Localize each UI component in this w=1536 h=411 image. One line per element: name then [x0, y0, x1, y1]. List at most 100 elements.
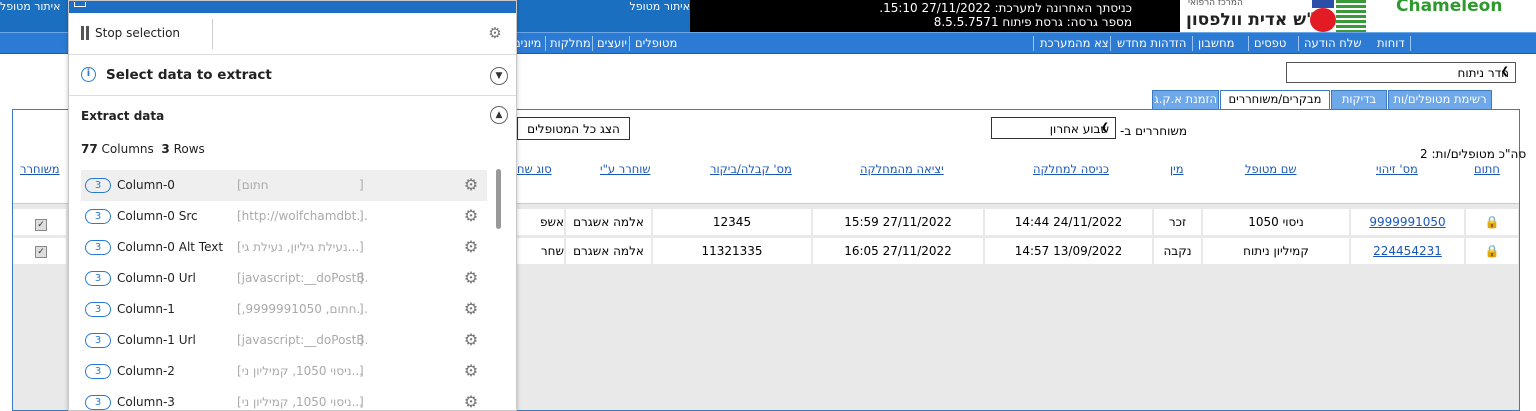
extract-column-item[interactable]: 3 Column-0 Src [http://wolfchamdbt... ] … [81, 201, 487, 232]
nav-reauth[interactable]: הזדהות מחדש [1117, 36, 1186, 50]
tab-tests[interactable]: בדיקות [1331, 90, 1387, 109]
nav-forms[interactable]: טפסים [1254, 36, 1286, 50]
item-settings-gear-icon[interactable]: ⚙ [462, 269, 480, 287]
preview-end-bracket: ] [359, 271, 364, 285]
select-data-section[interactable]: i Select data to extract ▼ [69, 56, 516, 96]
chevron-down-icon: ❯ [1500, 66, 1509, 77]
rows-count: 3 [161, 142, 170, 156]
login-info-bar: כניסתך האחרונה למערכת: 27/11/2022 15:10.… [690, 0, 1180, 32]
preview-end-bracket: ] [359, 302, 364, 316]
item-name: Column-0 [117, 178, 175, 192]
col-header-release-type[interactable]: סוג שח [517, 162, 552, 176]
chevron-up-icon[interactable]: ▲ [490, 106, 508, 124]
tab-patient-list[interactable]: רשימת מטופלים/ות [1388, 90, 1492, 109]
released-in-label: משוחררים ב- [1120, 124, 1188, 138]
item-count-pill: 3 [85, 240, 111, 255]
item-settings-gear-icon[interactable]: ⚙ [462, 176, 480, 194]
item-count-pill: 3 [85, 302, 111, 317]
minimize-icon[interactable] [74, 2, 86, 7]
toolbar-divider [212, 19, 213, 49]
col-header-name[interactable]: שם מטופל [1245, 162, 1297, 176]
lock-icon[interactable]: 🔒 [1466, 209, 1518, 235]
extract-column-item[interactable]: 3 Column-0 Url [javascript:__doPostB... … [81, 263, 487, 294]
extract-panel-title-strip [69, 1, 516, 13]
columns-word: Columns [101, 142, 154, 156]
col-header-visit[interactable]: מס' קבלה/ביקור [710, 162, 792, 176]
item-preview: [,9999991050 ,חתום... [237, 302, 367, 316]
last-login-text: כניסתך האחרונה למערכת: 27/11/2022 15:10. [879, 1, 1132, 15]
extract-column-item[interactable]: 3 Column-2 [ניסוי 1050, קמיליון ני... ] … [81, 356, 487, 387]
extract-column-item[interactable]: 3 Column-1 [,9999991050 ,חתום... ] ⚙ [81, 294, 487, 325]
patient-id-link[interactable]: 224454231 [1373, 244, 1442, 258]
chameleon-logo: Chameleon [1396, 0, 1503, 16]
extract-column-item[interactable]: 3 Column-3 [ניסוי 1050, קמיליון ני... ] … [81, 387, 487, 411]
extract-summary: 77 Columns 3 Rows [81, 142, 205, 156]
nav-reports[interactable]: דוחות [1377, 36, 1405, 50]
patient-id-link[interactable]: 9999991050 [1369, 215, 1445, 229]
lock-icon[interactable]: 🔒 [1466, 238, 1518, 264]
col-header-discharge[interactable]: יציאה מהמחלקה [860, 162, 944, 176]
released-period-select[interactable]: שבוע אחרון ❯ [991, 117, 1116, 139]
settings-gear-icon[interactable]: ⚙ [487, 25, 503, 41]
org-logo-blue-block [1312, 0, 1334, 8]
nav-separator [1033, 36, 1034, 51]
col-header-admit[interactable]: כניסה למחלקה [1033, 162, 1109, 176]
extract-column-item[interactable]: 3 Column-0 [חתום ] ⚙ [81, 170, 487, 201]
preview-end-bracket: ] [359, 364, 364, 378]
item-name: Column-0 Url [117, 271, 196, 285]
released-by: אלמה אשגרם [566, 209, 651, 235]
nav-departments[interactable]: מחלקות [550, 36, 591, 50]
nav-separator [1410, 36, 1411, 51]
stop-selection-button[interactable]: Stop selection [95, 26, 180, 40]
tab-ecg-order[interactable]: הזמנת א.ק.ג [1152, 90, 1219, 109]
item-name: Column-0 Src [117, 209, 198, 223]
tab-visitors-released[interactable]: מבקרים/משוחררים [1220, 90, 1330, 109]
released-checkbox[interactable]: ✓ [35, 219, 47, 231]
extract-list-scrollbar[interactable] [496, 169, 501, 229]
org-small-text: המרכז הרפואי [1188, 0, 1243, 8]
info-icon: i [81, 67, 96, 82]
release-type: שחר [517, 238, 564, 264]
nav-separator [1192, 36, 1193, 51]
nav-calculator[interactable]: מחשבון [1198, 36, 1234, 50]
nav-patients[interactable]: מטופלים [635, 36, 677, 50]
item-settings-gear-icon[interactable]: ⚙ [462, 300, 480, 318]
extract-data-panel: Stop selection ⚙ i Select data to extrac… [68, 0, 517, 411]
col-header-released[interactable]: משוחרר [20, 162, 60, 176]
extract-column-item[interactable]: 3 Column-0 Alt Text [נעילת גיליון, נעילת… [81, 232, 487, 263]
released-checkbox[interactable]: ✓ [35, 246, 47, 258]
col-header-sex[interactable]: מין [1170, 162, 1184, 176]
item-settings-gear-icon[interactable]: ⚙ [462, 331, 480, 349]
item-settings-gear-icon[interactable]: ⚙ [462, 238, 480, 256]
patient-name: ניסוי 1050 [1203, 209, 1349, 235]
extract-column-item[interactable]: 3 Column-1 Url [javascript:__doPostB... … [81, 325, 487, 356]
show-all-patients-button[interactable]: הצג כל המטופלים [517, 117, 630, 140]
item-settings-gear-icon[interactable]: ⚙ [462, 207, 480, 225]
org-logo-stripes [1336, 0, 1366, 32]
item-count-pill: 3 [85, 209, 111, 224]
nav-consultants[interactable]: יועצים [597, 36, 627, 50]
item-settings-gear-icon[interactable]: ⚙ [462, 393, 480, 411]
col-header-released-by[interactable]: שוחרר ע"י [600, 162, 651, 176]
pause-icon[interactable] [81, 26, 89, 40]
item-count-pill: 3 [85, 333, 111, 348]
release-type: אשפ [517, 209, 564, 235]
nav-send-message[interactable]: שלח הודעה [1304, 36, 1362, 50]
item-preview: [נעילת גיליון, נעילת גי... [237, 240, 360, 254]
nav-separator [1248, 36, 1249, 51]
admit-datetime: 24/11/2022 14:44 [985, 209, 1152, 235]
nav-separator [1110, 36, 1111, 51]
col-header-signed[interactable]: חתום [1474, 162, 1500, 176]
department-select[interactable]: חדר ניתוח ❯ [1286, 62, 1516, 83]
item-count-pill: 3 [85, 395, 111, 410]
org-logo-red-circle [1310, 8, 1336, 32]
preview-end-bracket: ] [359, 395, 364, 409]
item-preview: [http://wolfchamdbt... [237, 209, 367, 223]
nav-logout[interactable]: צא מהמערכת [1040, 36, 1109, 50]
item-preview: [חתום [237, 178, 269, 192]
item-settings-gear-icon[interactable]: ⚙ [462, 362, 480, 380]
col-header-id[interactable]: מס' זיהוי [1376, 162, 1418, 176]
chevron-down-icon[interactable]: ▼ [490, 67, 508, 85]
patient-sex: זכר [1154, 209, 1201, 235]
nav-triage[interactable]: מיונים [513, 36, 541, 50]
